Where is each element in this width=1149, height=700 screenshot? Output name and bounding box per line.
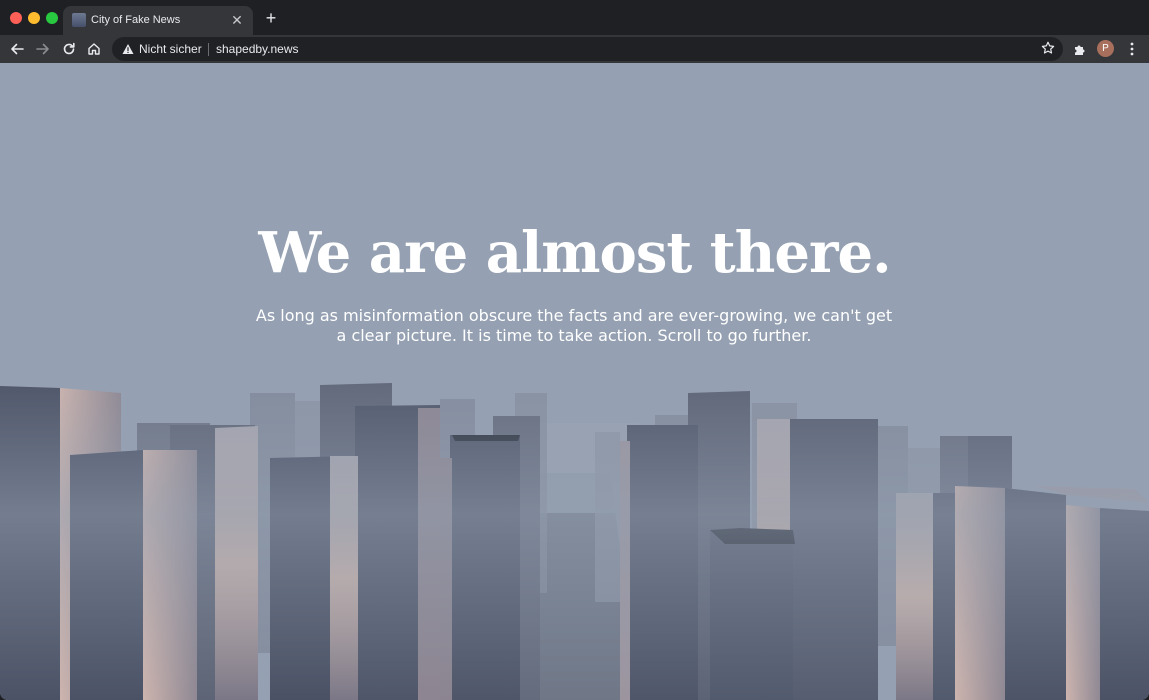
kebab-menu-icon[interactable] xyxy=(1122,39,1142,59)
favicon-icon xyxy=(72,13,86,27)
hero-title: We are almost there. xyxy=(258,220,891,286)
tab-strip: City of Fake News ✕ + xyxy=(0,0,1149,35)
warning-triangle-icon xyxy=(122,44,134,54)
star-icon[interactable] xyxy=(1041,41,1055,55)
url-text[interactable]: shapedby.news xyxy=(216,42,299,56)
security-indicator[interactable]: Nicht sicher xyxy=(139,42,202,56)
plus-icon[interactable]: + xyxy=(262,9,280,27)
close-window-button[interactable] xyxy=(10,12,22,24)
page-viewport: We are almost there. As long as misinfor… xyxy=(0,63,1149,700)
reload-icon[interactable] xyxy=(59,39,79,59)
puzzle-icon[interactable] xyxy=(1070,39,1090,59)
close-icon[interactable]: ✕ xyxy=(229,12,245,28)
tab-title: City of Fake News xyxy=(91,14,181,26)
browser-window: City of Fake News ✕ + Nicht sicher shape… xyxy=(0,0,1149,700)
city-skyline-illustration xyxy=(0,363,1149,700)
forward-arrow-icon[interactable] xyxy=(33,39,53,59)
minimize-window-button[interactable] xyxy=(28,12,40,24)
toolbar: Nicht sicher shapedby.news P xyxy=(0,35,1149,63)
home-icon[interactable] xyxy=(84,39,104,59)
profile-avatar[interactable]: P xyxy=(1097,40,1114,57)
address-divider xyxy=(208,43,209,56)
active-tab[interactable]: City of Fake News ✕ xyxy=(63,6,253,35)
hero-subtitle: As long as misinformation obscure the fa… xyxy=(255,306,893,345)
back-arrow-icon[interactable] xyxy=(7,39,27,59)
maximize-window-button[interactable] xyxy=(46,12,58,24)
address-bar[interactable]: Nicht sicher shapedby.news xyxy=(112,37,1063,61)
